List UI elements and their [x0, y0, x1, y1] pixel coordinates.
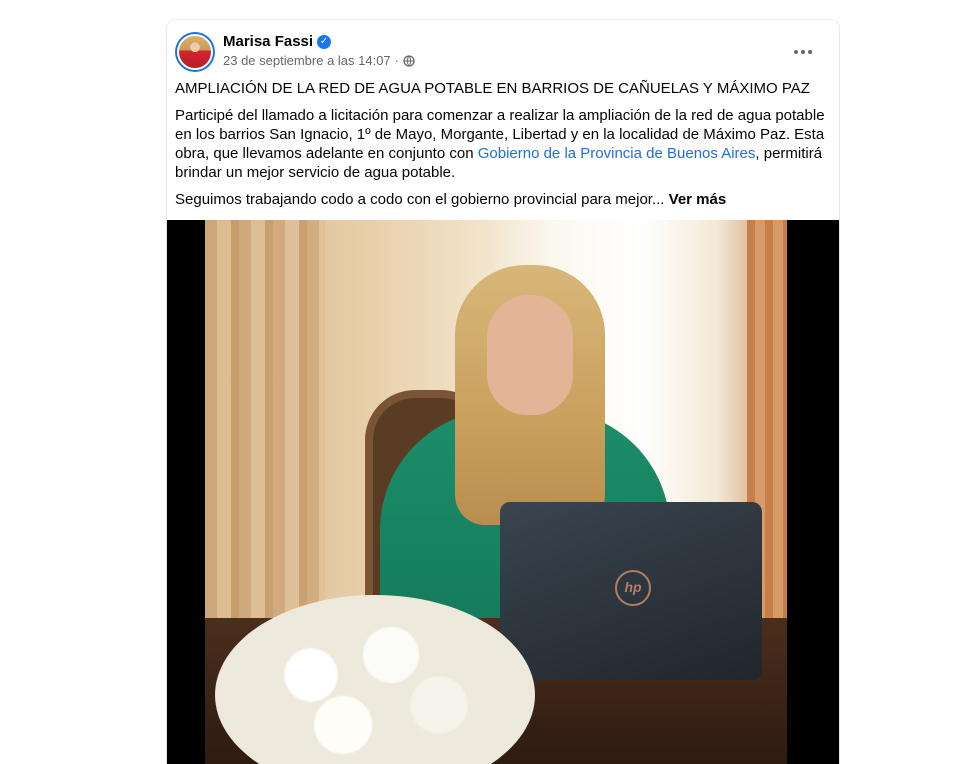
post-timestamp[interactable]: 23 de septiembre a las 14:07	[223, 53, 391, 68]
facebook-post: Marisa Fassi ✓ 23 de septiembre a las 14…	[167, 20, 839, 764]
person-face	[487, 295, 573, 415]
author-row: Marisa Fassi ✓	[223, 33, 332, 50]
post-title: AMPLIACIÓN DE LA RED DE AGUA POTABLE EN …	[175, 80, 810, 97]
post-text: AMPLIACIÓN DE LA RED DE AGUA POTABLE EN …	[175, 79, 825, 217]
more-options-icon[interactable]	[789, 38, 817, 66]
province-link[interactable]: Gobierno de la Provincia de Buenos Aires	[478, 145, 756, 162]
post-body-second: Seguimos trabajando codo a codo con el g…	[175, 190, 825, 209]
post-header: Marisa Fassi ✓ 23 de septiembre a las 14…	[175, 32, 831, 72]
post-body: Participé del llamado a licitación para …	[175, 106, 825, 182]
avatar[interactable]	[175, 32, 215, 72]
hp-logo: hp	[615, 570, 651, 606]
globe-icon	[403, 54, 415, 67]
meta-separator: ·	[394, 53, 400, 68]
post-meta: 23 de septiembre a las 14:07 ·	[223, 53, 415, 68]
post-video[interactable]: hp	[167, 220, 839, 764]
body-second-text: Seguimos trabajando codo a codo con el g…	[175, 191, 665, 208]
curtain-left	[205, 220, 325, 620]
video-frame: hp	[205, 220, 787, 764]
see-more-link[interactable]: Ver más	[669, 191, 727, 208]
verified-badge-icon: ✓	[317, 34, 332, 49]
author-name[interactable]: Marisa Fassi	[223, 33, 313, 50]
